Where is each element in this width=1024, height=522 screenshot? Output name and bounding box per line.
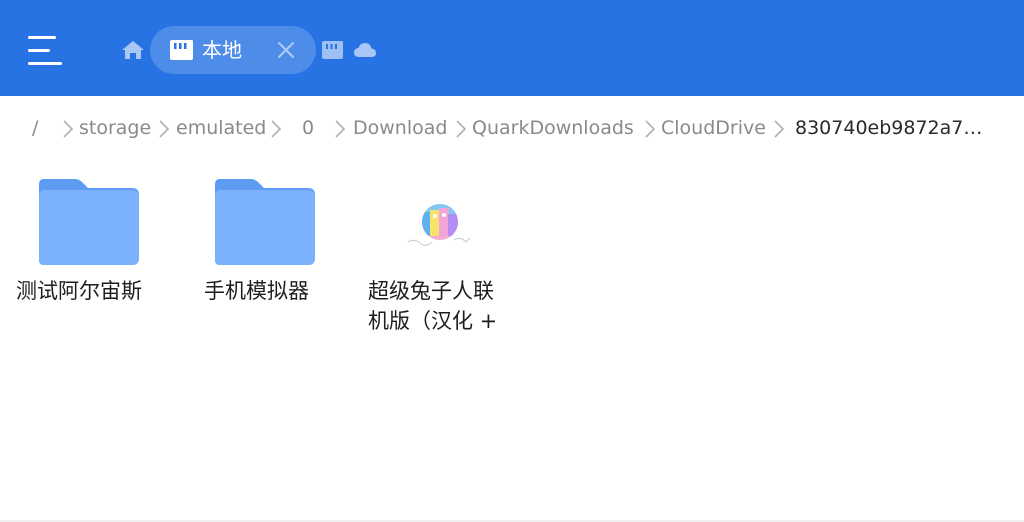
- breadcrumb-current[interactable]: 830740eb9872a7…: [795, 114, 982, 142]
- file-item-folder[interactable]: 手机模拟器: [190, 176, 350, 316]
- tab-local-storage[interactable]: 本地: [150, 26, 316, 74]
- chevron-right-icon: [159, 120, 170, 138]
- tab-close-button[interactable]: [274, 38, 298, 62]
- chevron-right-icon: [335, 120, 346, 138]
- tab-local-label: 本地: [202, 38, 242, 62]
- file-name: 手机模拟器: [204, 279, 309, 303]
- game-thumbnail-icon: [407, 204, 471, 246]
- tab-storage-2[interactable]: [320, 40, 344, 60]
- close-icon: [278, 42, 294, 58]
- breadcrumb-item-storage[interactable]: storage: [79, 114, 151, 142]
- file-item-game[interactable]: 超级兔子人联 机版（汉化 +: [362, 176, 532, 336]
- breadcrumb-item-0[interactable]: 0: [302, 114, 314, 142]
- folder-icon: [215, 179, 315, 265]
- breadcrumb-item-emulated[interactable]: emulated: [176, 114, 266, 142]
- tab-cloud[interactable]: [352, 39, 378, 61]
- file-item-folder[interactable]: 测试阿尔宙斯: [14, 176, 174, 316]
- hamburger-menu-icon: [28, 36, 62, 65]
- top-app-bar: 本地: [0, 0, 1024, 96]
- chevron-right-icon: [271, 120, 282, 138]
- file-name-line-1: 超级兔子人联: [368, 279, 494, 303]
- breadcrumb-item-quarkdownloads[interactable]: QuarkDownloads: [472, 114, 634, 142]
- chevron-right-icon: [63, 120, 74, 138]
- breadcrumb-item-download[interactable]: Download: [353, 114, 447, 142]
- breadcrumb-root[interactable]: /: [32, 114, 38, 142]
- breadcrumb: / storage emulated 0 Download QuarkDownl…: [0, 110, 1024, 146]
- sd-card-icon: [170, 40, 193, 60]
- menu-button[interactable]: [24, 30, 68, 70]
- home-icon: [122, 41, 144, 59]
- chevron-right-icon: [456, 120, 467, 138]
- chevron-right-icon: [645, 120, 656, 138]
- file-name: 测试阿尔宙斯: [16, 279, 142, 303]
- sd-card-icon: [322, 41, 343, 59]
- chevron-right-icon: [774, 120, 785, 138]
- home-button[interactable]: [120, 38, 146, 62]
- file-name-line-2: 机版（汉化 +: [368, 309, 498, 333]
- breadcrumb-item-clouddrive[interactable]: CloudDrive: [661, 114, 766, 142]
- cloud-icon: [354, 43, 376, 57]
- folder-icon: [39, 179, 139, 265]
